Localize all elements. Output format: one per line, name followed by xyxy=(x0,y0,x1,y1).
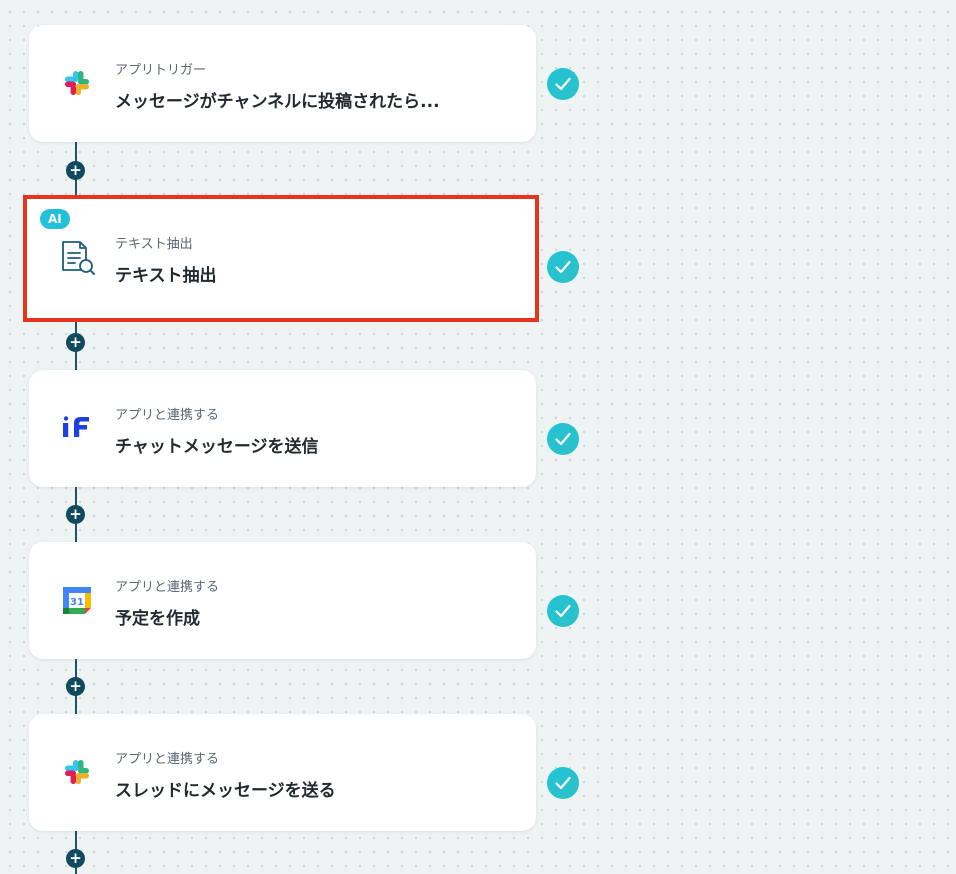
add-step-button[interactable]: + xyxy=(66,677,85,696)
step-title: テキスト抽出 xyxy=(115,266,217,286)
step-title: スレッドにメッセージを送る xyxy=(115,781,336,801)
add-step-button[interactable]: + xyxy=(66,161,85,180)
ai-badge: AI xyxy=(40,209,70,229)
step-card-thread-reply[interactable]: アプリと連携する スレッドにメッセージを送る xyxy=(29,714,536,831)
step-kind-label: アプリトリガー xyxy=(115,63,207,78)
google-calendar-icon: 31 xyxy=(60,583,94,617)
step-kind-label: テキスト抽出 xyxy=(115,237,193,252)
step-kind-label: アプリと連携する xyxy=(115,408,220,423)
calendar-date-text: 31 xyxy=(70,597,84,608)
check-icon xyxy=(555,776,571,790)
flow-canvas: + + + + + アプリトリガー メッセージがチャンネルに投稿されたら... … xyxy=(0,0,956,874)
step-title: チャットメッセージを送信 xyxy=(115,437,319,457)
step-completed-check xyxy=(547,68,579,100)
step-completed-check xyxy=(547,595,579,627)
step-card-trigger[interactable]: アプリトリガー メッセージがチャンネルに投稿されたら... xyxy=(29,25,536,142)
if-icon xyxy=(60,411,94,445)
step-card-create-event[interactable]: 31 アプリと連携する 予定を作成 xyxy=(29,542,536,659)
document-search-icon xyxy=(60,240,95,275)
check-icon xyxy=(555,77,571,91)
check-icon xyxy=(555,260,571,274)
add-step-button[interactable]: + xyxy=(66,333,85,352)
step-title: 予定を作成 xyxy=(115,609,200,629)
check-icon xyxy=(555,604,571,618)
add-step-button[interactable]: + xyxy=(66,505,85,524)
step-kind-label: アプリと連携する xyxy=(115,580,220,595)
step-completed-check xyxy=(547,423,579,455)
step-completed-check xyxy=(547,767,579,799)
slack-icon xyxy=(60,755,94,789)
step-title: メッセージがチャンネルに投稿されたら... xyxy=(115,92,440,112)
slack-icon xyxy=(60,66,94,100)
step-card-text-extraction[interactable]: AI テキスト抽出 テキスト抽出 xyxy=(23,195,539,322)
step-completed-check xyxy=(547,251,579,283)
check-icon xyxy=(555,432,571,446)
add-step-button[interactable]: + xyxy=(66,849,85,868)
step-card-chat-message[interactable]: アプリと連携する チャットメッセージを送信 xyxy=(29,370,536,487)
step-kind-label: アプリと連携する xyxy=(115,752,220,767)
